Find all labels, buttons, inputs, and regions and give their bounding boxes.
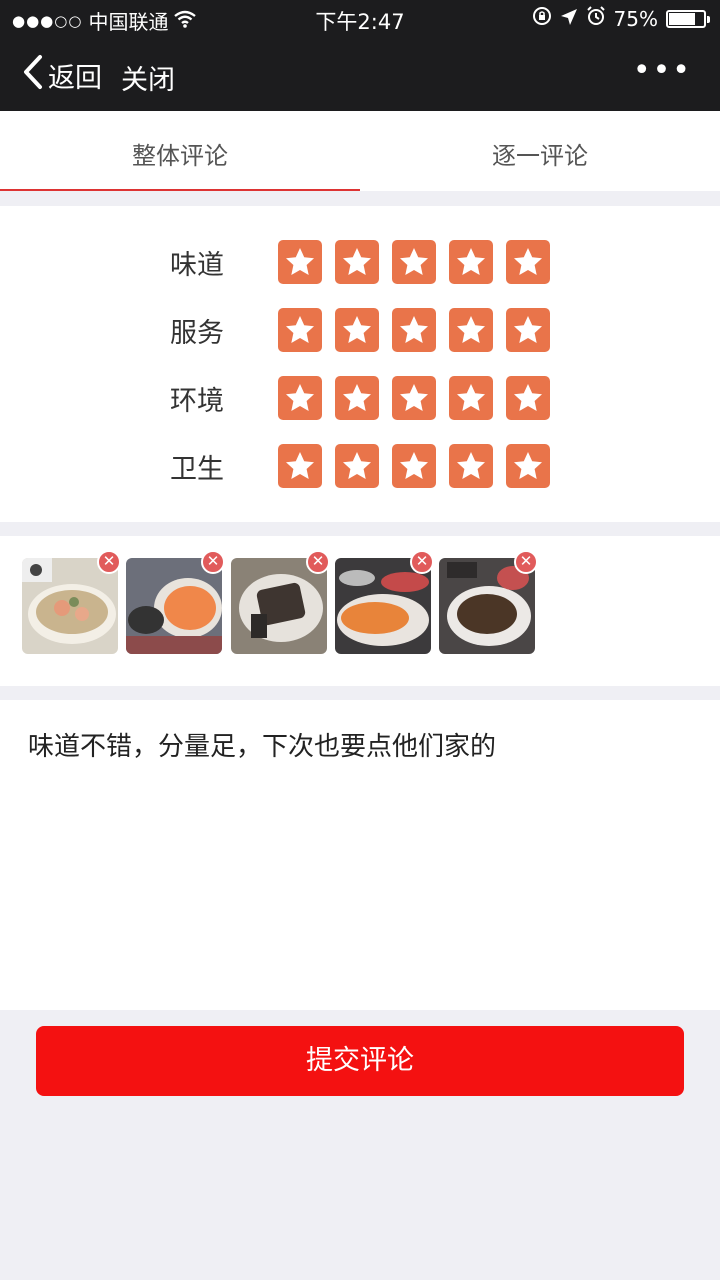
star-group	[278, 376, 550, 420]
rating-label: 味道	[170, 249, 224, 281]
rating-row-taste: 味道	[170, 240, 550, 284]
remove-photo-icon[interactable]: ✕	[514, 550, 538, 574]
chevron-left-icon	[22, 54, 44, 97]
star-icon[interactable]	[506, 308, 550, 352]
photo-strip: ✕ ✕ ✕ ✕ ✕	[0, 536, 720, 686]
submit-review-button[interactable]: 提交评论	[36, 1026, 684, 1096]
star-icon[interactable]	[449, 376, 493, 420]
star-icon[interactable]	[335, 240, 379, 284]
battery-percent: 75%	[613, 6, 658, 31]
star-group	[278, 444, 550, 488]
alarm-icon	[586, 6, 606, 31]
back-button[interactable]: 返回	[22, 54, 102, 97]
star-icon[interactable]	[278, 240, 322, 284]
ratings-panel: 味道 服务 环境 卫生	[0, 206, 720, 522]
star-icon[interactable]	[278, 444, 322, 488]
status-right: 75%	[532, 6, 710, 31]
star-group	[278, 308, 550, 352]
rating-row-environment: 环境	[170, 376, 550, 420]
remove-photo-icon[interactable]: ✕	[201, 550, 225, 574]
star-icon[interactable]	[506, 444, 550, 488]
tab-overall-review[interactable]: 整体评论	[0, 111, 360, 191]
orientation-lock-icon	[532, 6, 552, 31]
close-button[interactable]: 关闭	[121, 58, 175, 97]
rating-label: 卫生	[170, 453, 224, 485]
star-icon[interactable]	[392, 240, 436, 284]
more-button[interactable]: •••	[633, 56, 692, 86]
battery-icon	[666, 9, 710, 28]
star-icon[interactable]	[449, 240, 493, 284]
location-icon	[560, 7, 578, 31]
star-icon[interactable]	[335, 444, 379, 488]
comment-text[interactable]: 味道不错，分量足，下次也要点他们家的	[28, 726, 496, 763]
star-icon[interactable]	[392, 444, 436, 488]
remove-photo-icon[interactable]: ✕	[306, 550, 330, 574]
star-icon[interactable]	[278, 308, 322, 352]
remove-photo-icon[interactable]: ✕	[97, 550, 121, 574]
star-icon[interactable]	[392, 308, 436, 352]
rating-row-service: 服务	[170, 308, 550, 352]
star-icon[interactable]	[335, 376, 379, 420]
tab-item-review[interactable]: 逐一评论	[360, 111, 720, 191]
rating-row-hygiene: 卫生	[170, 444, 550, 488]
comment-box[interactable]: 味道不错，分量足，下次也要点他们家的	[0, 700, 720, 1010]
star-icon[interactable]	[449, 308, 493, 352]
star-icon[interactable]	[506, 240, 550, 284]
star-icon[interactable]	[278, 376, 322, 420]
rating-label: 服务	[170, 317, 224, 349]
nav-bar: 返回 关闭 •••	[0, 36, 720, 111]
status-bar: ●●●○○ 中国联通 下午2:47 75%	[0, 0, 720, 36]
star-icon[interactable]	[335, 308, 379, 352]
remove-photo-icon[interactable]: ✕	[410, 550, 434, 574]
star-icon[interactable]	[506, 376, 550, 420]
rating-label: 环境	[170, 385, 224, 417]
back-label: 返回	[48, 63, 102, 94]
tab-bar: 整体评论 逐一评论	[0, 111, 720, 191]
battery-fill	[669, 12, 695, 25]
star-icon[interactable]	[449, 444, 493, 488]
star-group	[278, 240, 550, 284]
star-icon[interactable]	[392, 376, 436, 420]
